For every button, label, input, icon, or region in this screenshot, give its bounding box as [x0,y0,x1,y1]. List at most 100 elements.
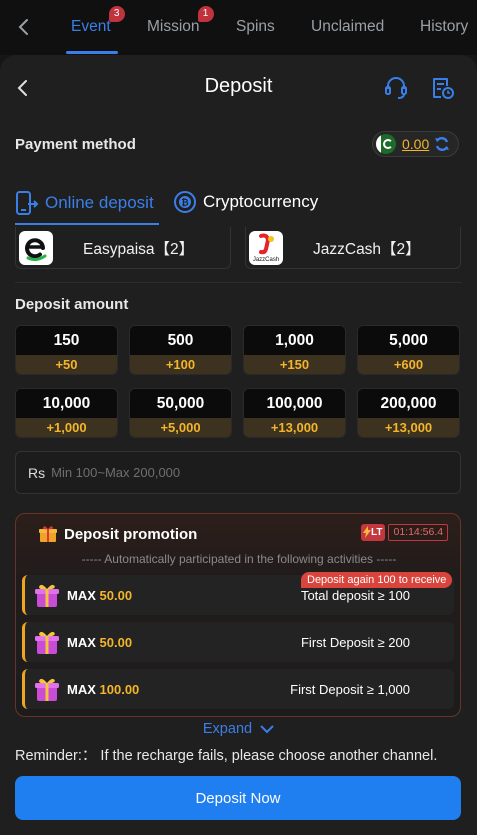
tab-mission-badge: 1 [197,6,214,22]
amount-option[interactable]: 500 +100 [129,325,232,375]
tab-mission[interactable]: Mission 1 [147,6,214,36]
promotion-tooltip: Deposit again 100 to receive [301,572,453,588]
amount-bonus: +50 [16,355,117,374]
expand-label: Expand [202,721,253,737]
amount-value: 500 [130,326,231,355]
reminder-text: Reminder:： If the recharge fails, please… [15,748,438,764]
bitcoin-icon: ₿ [174,191,196,213]
back-arrow-icon[interactable] [14,15,34,39]
customer-service-icon[interactable] [383,75,409,101]
max-value: 50.00 [99,634,133,650]
jazzcash-logo-icon: JazzCash [249,230,283,265]
max-value: 100.00 [99,681,140,697]
section-divider [15,282,462,283]
tab-event-label: Event [71,18,111,35]
deposit-now-button[interactable]: Deposit Now [15,776,461,820]
amount-value: 100,000 [244,389,345,418]
expand-button[interactable]: Expand [0,721,477,737]
amount-value: 1,000 [244,326,345,355]
promotion-max: MAX 50.00 [67,635,132,650]
balance-amount: 0.00 [402,136,430,152]
chevron-down-icon [260,725,274,734]
tab-online-deposit-label: Online deposit [45,193,154,212]
tab-spins[interactable]: Spins [236,18,275,36]
amount-bonus: +1,000 [16,418,117,437]
amount-value: 10,000 [16,389,117,418]
tab-history-label: History [420,18,469,35]
gift-box-icon [39,526,57,542]
amount-option[interactable]: 10,000 +1,000 [15,388,118,438]
channel-jazzcash-name: JazzCash【2】 [313,240,421,258]
lt-label: LT [371,526,383,538]
tab-unclaimed-label: Unclaimed [311,18,385,35]
promotion-timer: LT 01:14:56.4 [361,523,449,541]
promotion-max: MAX 100.00 [67,682,139,697]
max-value: 50.00 [99,587,133,603]
deposit-panel: Deposit Payment method 0.00 Online depos… [0,55,477,835]
gift-icon [35,678,59,701]
deposit-amount-field[interactable]: Rs [15,451,461,494]
channel-easypaisa-name: Easypaisa【2】 [83,240,195,258]
promotion-item[interactable]: MAX 100.00 First Deposit ≥ 1,000 [22,669,454,709]
amount-option[interactable]: 150 +50 [15,325,118,375]
payment-method-label: Payment method [15,136,136,153]
balance-pill: 0.00 [372,131,459,157]
amount-bonus: +150 [244,355,345,374]
tab-history[interactable]: History [420,18,468,36]
deposit-amount-label: Deposit amount [15,296,129,313]
channel-easypaisa[interactable]: Easypaisa【2】 [15,227,231,269]
amount-option[interactable]: 1,000 +150 [243,325,346,375]
amount-value: 5,000 [358,326,459,355]
amount-value: 150 [16,326,117,355]
deposit-history-icon[interactable] [430,75,456,101]
tab-cryptocurrency[interactable]: ₿ Cryptocurrency [173,190,318,214]
tab-event[interactable]: Event 3 [71,6,125,36]
tab-unclaimed[interactable]: Unclaimed [311,18,384,36]
amount-option[interactable]: 50,000 +5,000 [129,388,232,438]
lightning-icon [363,526,371,538]
jazzcash-logo-text: JazzCash [253,257,279,263]
payment-tab-underline [15,223,159,225]
amount-value: 200,000 [358,389,459,418]
max-label: MAX [67,681,96,697]
promotion-title: Deposit promotion [38,524,197,544]
promotion-condition: First Deposit ≥ 1,000 [290,681,410,697]
svg-text:₿: ₿ [181,198,188,208]
top-tab-bar: Event 3 Mission 1 Spins Unclaimed Histor… [0,0,477,55]
amount-option[interactable]: 5,000 +600 [357,325,460,375]
amount-bonus: +5,000 [130,418,231,437]
gift-icon [35,631,59,654]
max-label: MAX [67,634,96,650]
tab-online-deposit[interactable]: Online deposit [15,190,154,216]
tab-cryptocurrency-label: Cryptocurrency [203,192,319,211]
active-tab-underline [66,51,118,54]
amount-bonus: +13,000 [358,418,459,437]
amount-bonus: +100 [130,355,231,374]
amount-bonus: +13,000 [244,418,345,437]
channel-jazzcash[interactable]: JazzCash JazzCash【2】 [245,227,461,269]
tab-spins-label: Spins [236,18,275,35]
lt-badge: LT [361,523,386,541]
phone-payment-icon [16,191,39,215]
pakistan-flag-icon [376,134,396,154]
promotion-condition: Total deposit ≥ 100 [300,587,410,603]
amount-option[interactable]: 200,000 +13,000 [357,388,460,438]
tab-event-badge: 3 [108,6,125,22]
promotion-condition: First Deposit ≥ 200 [300,634,410,650]
promotion-title-text: Deposit promotion [64,525,198,543]
gift-icon [35,584,59,607]
deposit-amount-input[interactable] [51,465,412,480]
promotion-max: MAX 50.00 [67,588,132,603]
promotion-item[interactable]: MAX 50.00 First Deposit ≥ 200 [22,622,454,662]
promotion-subtitle: ----- Automatically participated in the … [81,552,397,566]
countdown-timer: 01:14:56.4 [388,523,449,541]
currency-symbol: Rs [28,464,46,481]
deposit-promotion-card: Deposit promotion LT 01:14:56.4 ----- Au… [15,513,461,717]
max-label: MAX [67,587,96,603]
refresh-icon[interactable] [433,135,451,153]
easypaisa-logo-icon [19,230,53,265]
amount-value: 50,000 [130,389,231,418]
tab-mission-label: Mission [147,18,200,35]
amount-option[interactable]: 100,000 +13,000 [243,388,346,438]
amount-bonus: +600 [358,355,459,374]
